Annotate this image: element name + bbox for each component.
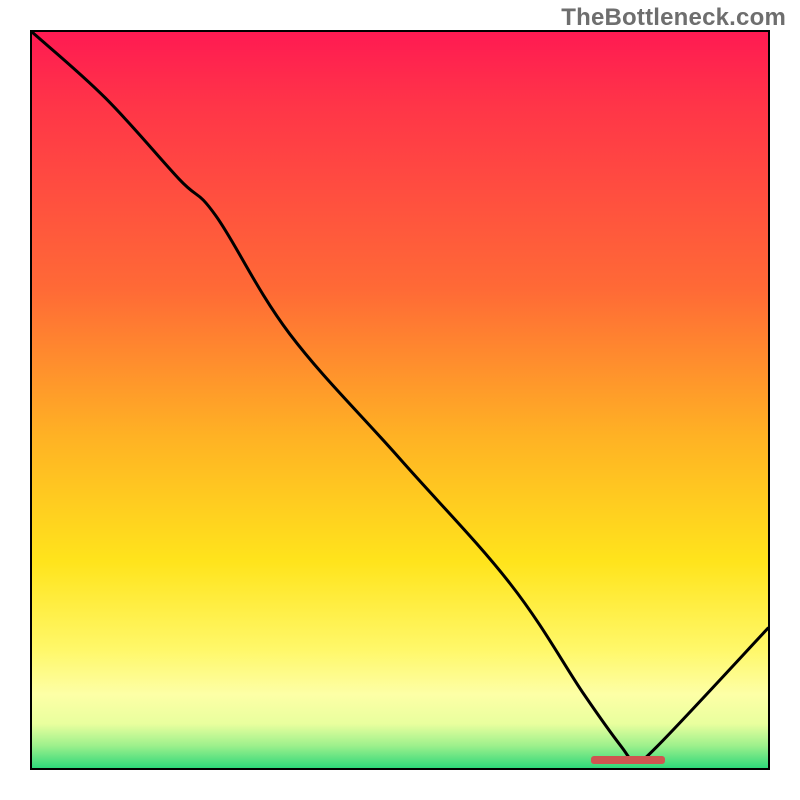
watermark-text: TheBottleneck.com bbox=[561, 4, 786, 32]
minimum-marker bbox=[591, 756, 665, 764]
plot-frame bbox=[30, 30, 770, 770]
chart-page: TheBottleneck.com bbox=[0, 0, 800, 800]
curve-svg bbox=[32, 32, 768, 768]
curve-path bbox=[32, 32, 768, 762]
